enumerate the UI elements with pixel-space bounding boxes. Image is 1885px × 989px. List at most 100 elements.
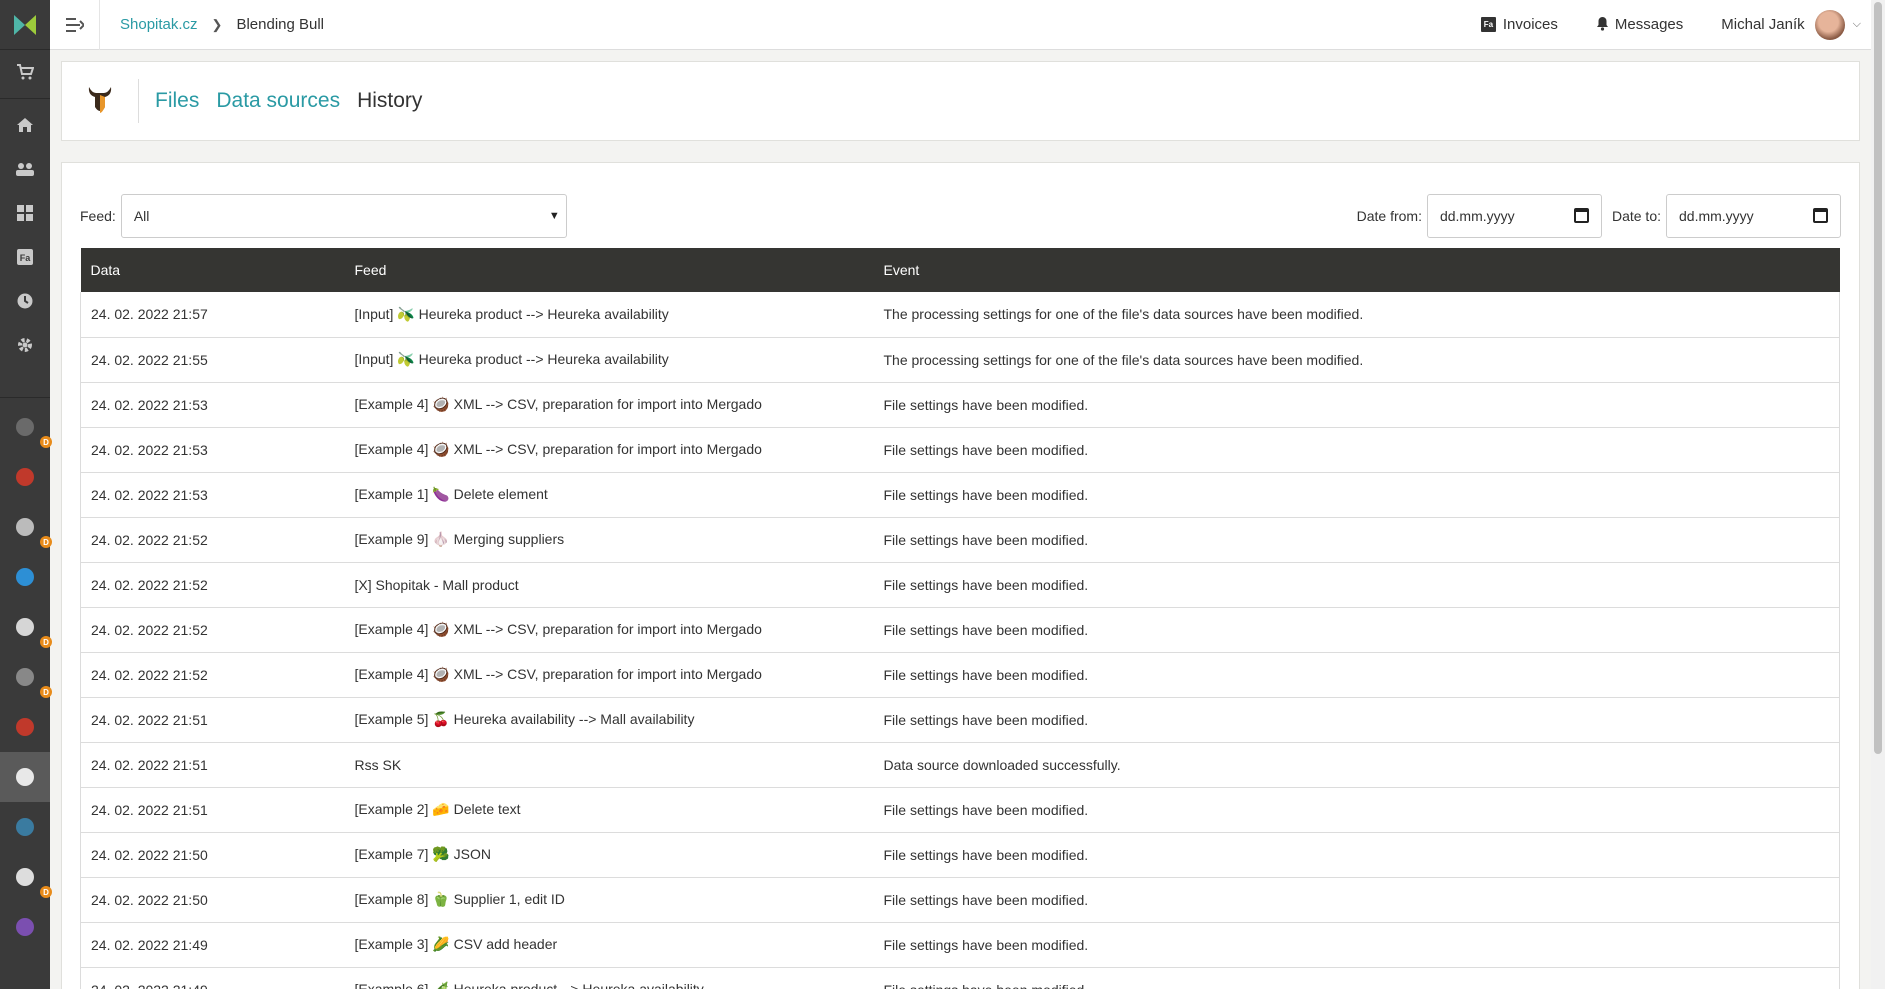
cell-feed: [Example 4] 🥥 XML --> CSV, preparation f… <box>344 607 874 653</box>
cell-feed: [Input] 🫒 Heureka product --> Heureka av… <box>344 292 874 338</box>
grey-app-logo <box>16 518 34 536</box>
cell-event: File settings have been modified. <box>873 517 1840 563</box>
table-row: 24. 02. 2022 21:49 [Example 3] 🌽 CSV add … <box>80 922 1840 968</box>
bull-app-icon[interactable]: D <box>0 602 52 652</box>
cell-event: File settings have been modified. <box>873 607 1840 653</box>
cell-date: 24. 02. 2022 21:51 <box>80 787 345 833</box>
cloud-app-logo <box>16 568 34 586</box>
tab-files[interactable]: Files <box>155 89 199 113</box>
cell-feed: [Example 3] 🌽 CSV add header <box>344 922 874 968</box>
cart-icon[interactable] <box>0 50 50 94</box>
column-header-event: Event <box>883 262 920 278</box>
link-app-icon[interactable] <box>0 802 50 852</box>
users-icon[interactable] <box>0 147 50 191</box>
cell-event: File settings have been modified. <box>873 967 1840 989</box>
tab-history[interactable]: History <box>357 89 422 113</box>
key-app-icon[interactable]: D <box>0 652 52 702</box>
breadcrumb-shop-link[interactable]: Shopitak.cz <box>120 16 198 33</box>
breadcrumb: Shopitak.cz ❯ Blending Bull <box>120 16 324 33</box>
cell-date: 24. 02. 2022 21:49 <box>80 922 345 968</box>
invoices-link[interactable]: Fa Invoices <box>1480 16 1558 33</box>
cloud-app-icon[interactable] <box>0 552 50 602</box>
red-app-icon[interactable] <box>0 452 50 502</box>
cell-date: 24. 02. 2022 21:53 <box>80 382 345 428</box>
cell-event: File settings have been modified. <box>873 652 1840 698</box>
user-menu[interactable]: Michal Janík ⌵ <box>1721 9 1861 40</box>
feed-select[interactable]: All ▼ <box>120 194 567 238</box>
column-header-data: Data <box>90 262 121 278</box>
invoice-icon: Fa <box>1480 17 1496 32</box>
table-row: 24. 02. 2022 21:50 [Example 7] 🥦 JSON File… <box>80 832 1840 878</box>
cell-feed: [X] Shopitak - Mall product <box>344 562 874 608</box>
table-row: 24. 02. 2022 21:57 [Input] 🫒 Heureka prod… <box>80 292 1840 338</box>
cell-date: 24. 02. 2022 21:50 <box>80 877 345 923</box>
blending-bull-app-icon[interactable] <box>0 752 50 802</box>
cell-feed: [Example 4] 🥥 XML --> CSV, preparation f… <box>344 652 874 698</box>
cell-feed: [Example 5] 🍒 Heureka availability --> M… <box>344 697 874 743</box>
mergado-logo-icon <box>14 14 36 35</box>
app-badge: D <box>40 436 52 448</box>
table-row: 24. 02. 2022 21:52 [Example 9] 🧄 Merging … <box>80 517 1840 563</box>
messages-label: Messages <box>1614 16 1684 33</box>
cell-date: 24. 02. 2022 21:52 <box>80 607 345 653</box>
cell-event: File settings have been modified. <box>873 832 1840 878</box>
history-icon[interactable] <box>0 279 50 323</box>
sidebar: Fa D D D D D <box>0 0 52 989</box>
date-from-input[interactable]: dd.mm.yyyy <box>1426 194 1602 238</box>
date-from-label: Date from: <box>1356 208 1422 224</box>
date-to-input[interactable]: dd.mm.yyyy <box>1666 194 1841 238</box>
scrollbar-thumb[interactable] <box>1874 2 1882 754</box>
table-row: 24. 02. 2022 21:52 [X] Shopitak - Mall pr… <box>80 562 1840 608</box>
app-badge: D <box>40 686 52 698</box>
blending-bull-logo-icon <box>62 85 138 117</box>
red-app-logo <box>16 468 34 486</box>
messages-link[interactable]: Messages <box>1596 16 1683 34</box>
calendar-icon[interactable] <box>1573 208 1589 223</box>
mergado-app-logo <box>16 418 34 436</box>
cell-date: 24. 02. 2022 21:52 <box>80 517 345 563</box>
key-app-logo <box>16 668 34 686</box>
invoices-label: Invoices <box>1502 16 1558 33</box>
calendar-icon[interactable] <box>1813 208 1828 223</box>
cell-feed: Rss SK <box>344 742 874 788</box>
cell-date: 24. 02. 2022 21:52 <box>80 652 345 698</box>
cell-event: The processing settings for one of the f… <box>873 337 1840 383</box>
history-card: Feed: All ▼ Date from: dd.mm.yyyy Date t… <box>61 162 1860 989</box>
table-row: 24. 02. 2022 21:55 [Input] 🫒 Heureka prod… <box>80 337 1840 383</box>
mergado-logo[interactable] <box>0 0 50 50</box>
menu-toggle-icon[interactable] <box>50 0 100 50</box>
cell-event: The processing settings for one of the f… <box>873 292 1840 338</box>
invoice-icon[interactable]: Fa <box>0 235 50 279</box>
bug-app-icon[interactable] <box>0 702 50 752</box>
mergado-app-icon[interactable]: D <box>0 402 52 452</box>
cell-event: File settings have been modified. <box>873 787 1840 833</box>
app-badge: D <box>40 886 52 898</box>
settings-icon[interactable] <box>0 323 50 367</box>
feed-filter-label: Feed: <box>80 208 116 224</box>
pin-app-icon[interactable]: D <box>0 852 52 902</box>
chevron-down-icon: ▼ <box>548 210 560 222</box>
cell-feed: [Example 6] 🫛 Heureka product --> Heurek… <box>344 967 874 989</box>
feed-select-value: All <box>133 208 150 224</box>
cell-event: File settings have been modified. <box>873 472 1840 518</box>
grey-app-icon[interactable]: D <box>0 502 52 552</box>
cell-feed: [Example 1] 🍆 Delete element <box>344 472 874 518</box>
avatar <box>1814 9 1845 40</box>
column-header-feed: Feed <box>354 262 387 278</box>
cell-date: 24. 02. 2022 21:49 <box>80 967 345 989</box>
tab-data-sources[interactable]: Data sources <box>216 89 340 113</box>
rocket-app-logo <box>16 918 34 936</box>
bug-app-logo <box>16 718 34 736</box>
cell-date: 24. 02. 2022 21:52 <box>80 562 345 608</box>
date-to-placeholder: dd.mm.yyyy <box>1679 208 1754 224</box>
cell-event: Data source downloaded successfully. <box>873 742 1840 788</box>
cell-feed: [Example 4] 🥥 XML --> CSV, preparation f… <box>344 427 874 473</box>
cell-feed: [Input] 🫒 Heureka product --> Heureka av… <box>344 337 874 383</box>
app-badge: D <box>40 536 52 548</box>
cell-event: File settings have been modified. <box>873 922 1840 968</box>
app-nav-card: Files Data sources History <box>61 61 1860 141</box>
dashboard-icon[interactable] <box>0 191 50 235</box>
home-icon[interactable] <box>0 103 50 147</box>
vertical-scrollbar[interactable] <box>1871 0 1885 989</box>
rocket-app-icon[interactable] <box>0 902 50 952</box>
